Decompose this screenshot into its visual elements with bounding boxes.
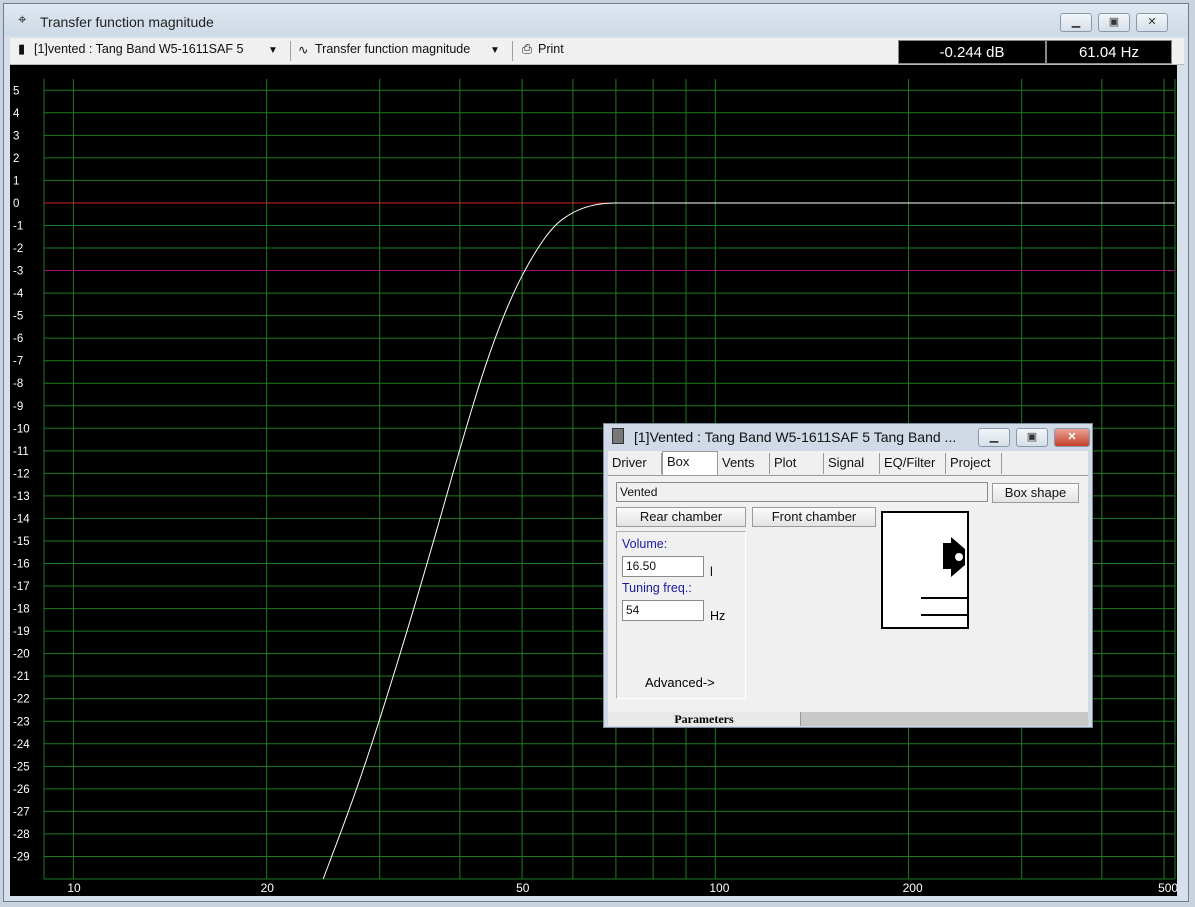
front-chamber-button[interactable]: Front chamber <box>752 507 876 527</box>
tab-driver[interactable]: Driver <box>608 453 662 474</box>
tab-box[interactable]: Box <box>662 451 718 475</box>
tuning-freq-input[interactable]: 54 <box>622 600 704 621</box>
dialog-title: [1]Vented : Tang Band W5-1611SAF 5 Tang … <box>634 429 957 445</box>
y-tick-label: 4 <box>13 108 20 120</box>
tab-divider <box>608 475 1088 476</box>
print-button[interactable]: Print <box>538 42 564 56</box>
toolbar-separator <box>290 41 291 61</box>
minimize-button[interactable]: ▁ <box>1060 13 1092 32</box>
y-tick-label: -11 <box>13 446 29 458</box>
y-tick-label: 3 <box>13 130 19 142</box>
dialog-tabs: Driver Box Vents Plot Signal EQ/Filter P… <box>608 451 1088 475</box>
y-tick-label: -5 <box>13 311 23 323</box>
volume-input[interactable]: 16.50 <box>622 556 704 577</box>
project-dropdown-chevron-icon[interactable]: ▼ <box>268 45 278 56</box>
x-tick-label: 100 <box>709 881 729 895</box>
dialog-statusbar: Parameters <box>608 712 1088 726</box>
toolbar-separator <box>512 41 513 61</box>
y-tick-label: -8 <box>13 378 23 390</box>
level-readout: -0.244 dB <box>898 40 1046 64</box>
y-tick-label: -6 <box>13 333 23 345</box>
y-tick-label: 2 <box>13 153 19 165</box>
project-selector[interactable]: [1]vented : Tang Band W5-1611SAF 5 <box>34 42 243 56</box>
y-tick-label: -13 <box>13 491 30 503</box>
y-tick-label: 5 <box>13 85 19 97</box>
box-dialog: [1]Vented : Tang Band W5-1611SAF 5 Tang … <box>603 423 1093 728</box>
y-tick-label: -12 <box>13 468 30 480</box>
box-shape-button[interactable]: Box shape <box>992 483 1079 503</box>
printer-icon[interactable]: ⎙ <box>522 42 532 57</box>
title-bar[interactable]: ⌖ Transfer function magnitude ▁ ▣ ✕ <box>4 4 1188 36</box>
window-title: Transfer function magnitude <box>40 14 214 30</box>
tuning-freq-label: Tuning freq.: <box>622 581 692 595</box>
y-tick-label: -9 <box>13 401 23 413</box>
x-tick-label: 500 <box>1158 881 1177 895</box>
y-tick-label: -17 <box>13 581 30 593</box>
x-tick-label: 20 <box>261 881 275 895</box>
parameters-status-tab[interactable]: Parameters <box>608 712 801 726</box>
tab-eq-filter[interactable]: EQ/Filter <box>880 453 946 474</box>
toolbar: ▮ [1]vented : Tang Band W5-1611SAF 5 ▼ ∿… <box>10 38 1184 65</box>
x-tick-label: 10 <box>67 881 81 895</box>
frequency-readout: 61.04 Hz <box>1046 40 1172 64</box>
y-tick-label: -21 <box>13 671 30 683</box>
advanced-link[interactable]: Advanced-> <box>645 675 715 690</box>
x-tick-label: 200 <box>903 881 923 895</box>
tuning-freq-unit: Hz <box>710 609 726 623</box>
y-tick-label: -18 <box>13 604 30 616</box>
y-tick-label: -23 <box>13 716 30 728</box>
volume-label: Volume: <box>622 537 668 551</box>
tab-project[interactable]: Project <box>946 453 1002 474</box>
y-tick-label: -2 <box>13 243 23 255</box>
y-tick-label: -20 <box>13 649 30 661</box>
y-tick-label: -14 <box>13 513 30 525</box>
graph-dropdown-chevron-icon[interactable]: ▼ <box>490 45 500 56</box>
y-tick-label: -22 <box>13 694 30 706</box>
y-tick-label: 0 <box>13 198 19 210</box>
rear-chamber-panel: Volume: 16.50 l Tuning freq.: 54 Hz Adva… <box>616 531 746 699</box>
y-tick-label: -15 <box>13 536 30 548</box>
y-tick-label: -26 <box>13 784 30 796</box>
y-tick-label: -25 <box>13 761 30 773</box>
y-tick-label: -24 <box>13 739 30 751</box>
close-button[interactable]: ✕ <box>1136 13 1168 32</box>
y-tick-label: -19 <box>13 626 30 638</box>
rear-chamber-button[interactable]: Rear chamber <box>616 507 746 527</box>
dialog-close-button[interactable]: ✕ <box>1054 428 1090 447</box>
maximize-button[interactable]: ▣ <box>1098 13 1130 32</box>
y-tick-label: -28 <box>13 829 30 841</box>
box-type-field[interactable]: Vented <box>616 482 988 502</box>
speaker-icon: ▮ <box>18 41 26 56</box>
dialog-minimize-button[interactable]: ▁ <box>978 428 1010 447</box>
y-tick-label: -4 <box>13 288 24 300</box>
vented-box-diagram-icon <box>921 537 967 616</box>
box-preview <box>881 511 969 629</box>
y-tick-label: 1 <box>13 175 19 187</box>
y-tick-label: -10 <box>13 423 30 435</box>
tab-signal[interactable]: Signal <box>824 453 880 474</box>
waveform-icon: ∿ <box>298 43 309 57</box>
y-tick-label: -16 <box>13 559 30 571</box>
x-tick-label: 50 <box>516 881 530 895</box>
tab-vents[interactable]: Vents <box>718 453 770 474</box>
y-tick-label: -7 <box>13 356 23 368</box>
graph-selector[interactable]: Transfer function magnitude <box>315 42 470 56</box>
speaker-icon <box>612 428 624 444</box>
y-tick-label: -3 <box>13 266 23 278</box>
y-tick-label: -27 <box>13 806 30 818</box>
volume-unit: l <box>710 565 713 579</box>
tab-plot[interactable]: Plot <box>770 453 824 474</box>
crosshair-icon: ⌖ <box>18 11 27 28</box>
dialog-maximize-button[interactable]: ▣ <box>1016 428 1048 447</box>
y-tick-label: -29 <box>13 851 30 863</box>
dialog-body: Driver Box Vents Plot Signal EQ/Filter P… <box>608 451 1088 717</box>
y-tick-label: -1 <box>13 220 23 232</box>
